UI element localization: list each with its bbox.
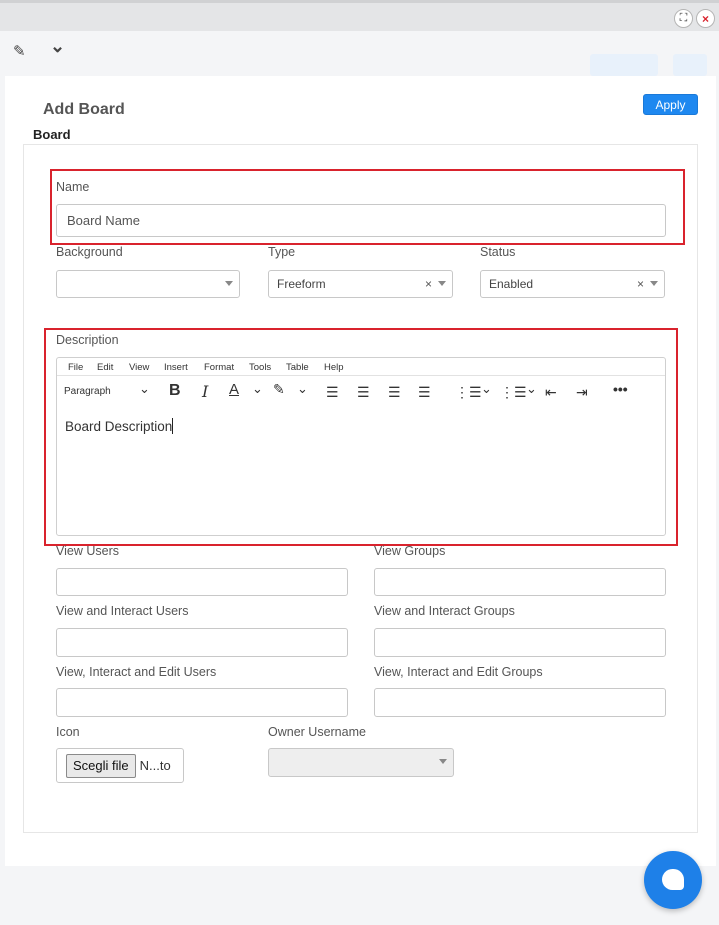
chevron-down-icon[interactable]: ⌄ xyxy=(252,381,263,397)
add-board-panel: Add Board Apply Board Name Board Name Ba… xyxy=(5,76,716,866)
menu-table[interactable]: Table xyxy=(286,362,309,373)
align-right-icon[interactable]: ☰ xyxy=(388,384,401,401)
chat-button[interactable] xyxy=(644,851,702,909)
chat-bubble-icon xyxy=(662,869,684,890)
owner-username-label: Owner Username xyxy=(268,725,366,739)
description-label: Description xyxy=(56,333,119,347)
type-value: Freeform xyxy=(277,277,326,291)
interact-users-input[interactable] xyxy=(56,628,348,657)
expand-icon[interactable]: ⛶ xyxy=(674,9,693,28)
description-editor[interactable]: File Edit View Insert Format Tools Table… xyxy=(56,357,666,536)
align-left-icon[interactable]: ☰ xyxy=(326,384,339,401)
caret-down-icon xyxy=(650,281,658,286)
close-icon[interactable]: × xyxy=(696,9,715,28)
menu-format[interactable]: Format xyxy=(204,362,234,373)
chevron-down-icon[interactable]: ⌄ xyxy=(526,381,537,397)
description-text: Board Description xyxy=(65,419,173,434)
file-name: N...to xyxy=(139,758,171,773)
owner-username-select xyxy=(268,748,454,777)
status-value: Enabled xyxy=(489,277,534,291)
clear-icon[interactable]: × xyxy=(637,277,644,291)
background-label: Background xyxy=(56,245,123,259)
view-users-label: View Users xyxy=(56,544,119,558)
ghost-button xyxy=(673,54,707,76)
menu-help[interactable]: Help xyxy=(324,362,344,373)
caret-down-icon xyxy=(225,281,233,286)
align-justify-icon[interactable]: ☰ xyxy=(418,384,431,401)
board-name-input[interactable]: Board Name xyxy=(56,204,666,237)
chevron-down-icon[interactable]: ⌄ xyxy=(50,36,65,57)
text-color-icon[interactable]: A xyxy=(229,381,239,398)
type-label: Type xyxy=(268,245,296,259)
clear-icon[interactable]: × xyxy=(425,277,432,291)
indent-icon[interactable]: ⇥ xyxy=(576,384,588,401)
name-label: Name xyxy=(56,180,90,194)
type-select[interactable]: Freeform × xyxy=(268,270,453,298)
icon-file-input[interactable]: Scegli file N...to xyxy=(56,748,184,783)
edit-groups-input[interactable] xyxy=(374,688,666,717)
interact-users-label: View and Interact Users xyxy=(56,604,189,618)
view-groups-input[interactable] xyxy=(374,568,666,596)
edit-users-label: View, Interact and Edit Users xyxy=(56,665,217,679)
align-center-icon[interactable]: ☰ xyxy=(357,384,370,401)
edit-users-input[interactable] xyxy=(56,688,348,717)
board-form: Name Board Name Background Type Freeform… xyxy=(23,144,698,833)
view-groups-label: View Groups xyxy=(374,544,446,558)
editor-toolbar: Paragraph ⌄ B I A ⌄ ✎ ⌄ ☰ ☰ ☰ ☰ ⋮☰ ⌄ ⋮☰ … xyxy=(57,377,665,407)
chevron-down-icon[interactable]: ⌄ xyxy=(297,381,308,397)
menu-insert[interactable]: Insert xyxy=(164,362,188,373)
apply-button[interactable]: Apply xyxy=(643,94,698,115)
more-icon[interactable]: ••• xyxy=(613,381,628,397)
editor-menubar: File Edit View Insert Format Tools Table… xyxy=(57,358,665,376)
page-title: Add Board xyxy=(43,101,125,118)
interact-groups-input[interactable] xyxy=(374,628,666,657)
ghost-button xyxy=(590,54,658,76)
paragraph-dropdown[interactable]: Paragraph xyxy=(64,386,111,397)
view-users-input[interactable] xyxy=(56,568,348,596)
numbered-list-icon[interactable]: ⋮☰ xyxy=(500,384,527,401)
edit-icon[interactable]: ✎ xyxy=(13,42,26,60)
editor-content[interactable]: Board Description xyxy=(65,418,174,434)
window-titlebar: ⛶ × xyxy=(0,0,719,31)
background-select[interactable] xyxy=(56,270,240,298)
bullet-list-icon[interactable]: ⋮☰ xyxy=(455,384,482,401)
menu-view[interactable]: View xyxy=(129,362,149,373)
caret-down-icon xyxy=(439,759,447,764)
interact-groups-label: View and Interact Groups xyxy=(374,604,515,618)
highlight-color-icon[interactable]: ✎ xyxy=(273,381,285,398)
edit-groups-label: View, Interact and Edit Groups xyxy=(374,665,543,679)
menu-edit[interactable]: Edit xyxy=(97,362,113,373)
text-cursor xyxy=(172,418,174,434)
icon-label: Icon xyxy=(56,725,80,739)
section-title: Board xyxy=(33,127,71,142)
italic-icon[interactable]: I xyxy=(202,382,208,401)
outdent-icon[interactable]: ⇤ xyxy=(545,384,557,401)
bold-icon[interactable]: B xyxy=(169,382,181,400)
caret-down-icon xyxy=(438,281,446,286)
chevron-down-icon[interactable]: ⌄ xyxy=(139,381,150,397)
board-name-placeholder: Board Name xyxy=(67,213,140,228)
choose-file-button[interactable]: Scegli file xyxy=(66,753,136,778)
status-label: Status xyxy=(480,245,516,259)
menu-file[interactable]: File xyxy=(68,362,83,373)
chevron-down-icon[interactable]: ⌄ xyxy=(481,381,492,397)
menu-tools[interactable]: Tools xyxy=(249,362,271,373)
status-select[interactable]: Enabled × xyxy=(480,270,665,298)
